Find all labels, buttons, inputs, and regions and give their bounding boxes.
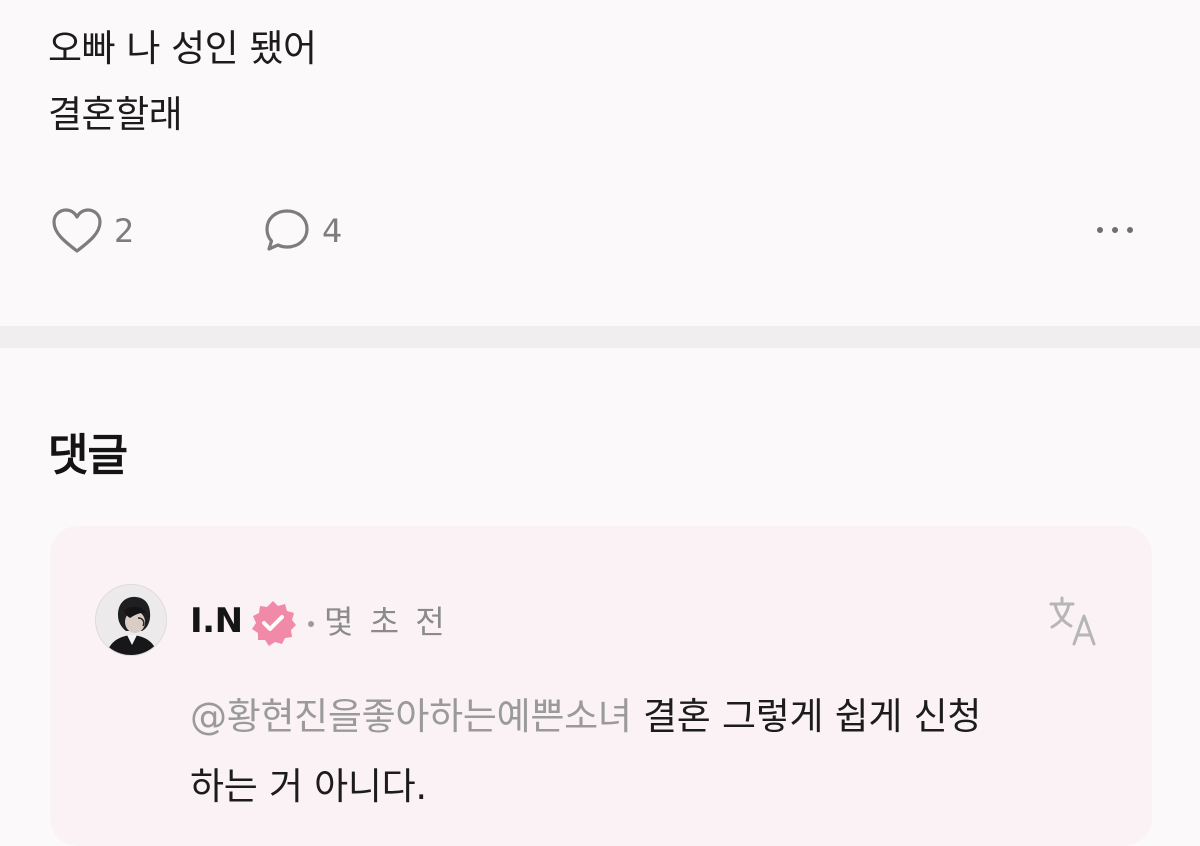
separator-dot bbox=[308, 621, 314, 627]
comment-count: 4 bbox=[322, 212, 343, 250]
comments-title: 댓글 bbox=[48, 430, 128, 481]
section-divider bbox=[0, 326, 1200, 348]
comments-section: 댓글 I.N 몇 초 전 @황현진을좋아하는예쁜소녀 결혼 그렇게 쉽게 신청 … bbox=[0, 348, 1200, 846]
speech-bubble-icon bbox=[265, 209, 309, 251]
more-options-button[interactable] bbox=[1085, 212, 1145, 248]
more-horizontal-icon bbox=[1097, 227, 1133, 233]
mention-link[interactable]: @황현진을좋아하는예쁜소녀 bbox=[190, 695, 632, 738]
like-count: 2 bbox=[114, 212, 135, 250]
heart-icon bbox=[52, 208, 102, 253]
comment-text-second: 하는 거 아니다. bbox=[190, 765, 427, 808]
like-button[interactable]: 2 bbox=[50, 206, 134, 256]
verified-badge-icon bbox=[252, 601, 296, 646]
comment-time: 몇 초 전 bbox=[324, 603, 448, 641]
comment-card: I.N 몇 초 전 @황현진을좋아하는예쁜소녀 결혼 그렇게 쉽게 신청 하는 … bbox=[50, 526, 1152, 846]
comment-username[interactable]: I.N bbox=[190, 604, 243, 638]
post: 오빠 나 성인 됐어 결혼할래 2 4 bbox=[0, 0, 1200, 326]
avatar[interactable] bbox=[95, 584, 167, 656]
comment-body: @황현진을좋아하는예쁜소녀 결혼 그렇게 쉽게 신청 하는 거 아니다. bbox=[190, 682, 1110, 822]
translate-icon[interactable] bbox=[1045, 592, 1101, 648]
post-text-line-2: 결혼할래 bbox=[48, 93, 183, 136]
post-text-line-1: 오빠 나 성인 됐어 bbox=[48, 27, 317, 70]
comment-button[interactable]: 4 bbox=[262, 206, 342, 256]
comment-text-first: 결혼 그렇게 쉽게 신청 bbox=[631, 695, 982, 738]
